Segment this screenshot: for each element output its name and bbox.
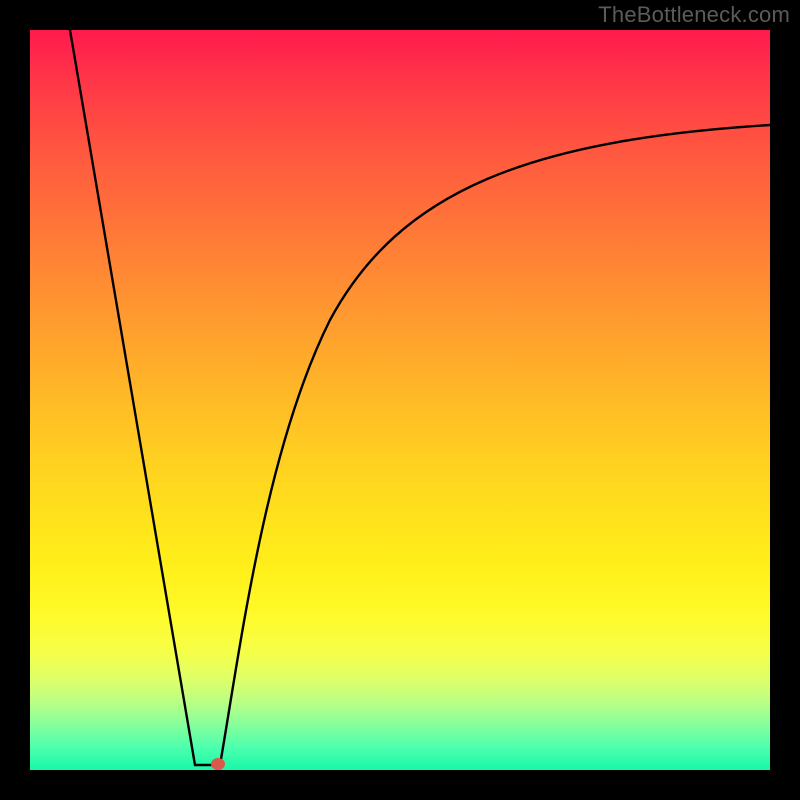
- chart-frame: TheBottleneck.com: [0, 0, 800, 800]
- watermark-text: TheBottleneck.com: [598, 2, 790, 28]
- plot-area: [30, 30, 770, 770]
- gradient-background: [30, 30, 770, 770]
